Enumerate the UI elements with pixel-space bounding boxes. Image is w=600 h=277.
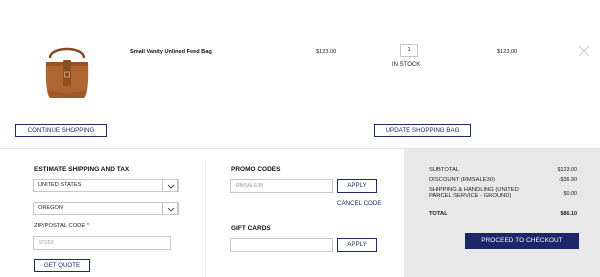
total-value: $86.10 [560,211,578,217]
product-name[interactable]: Small Vanity Unlined Feed Bag [130,49,212,55]
update-bag-button[interactable]: UPDATE SHOPPING BAG [374,124,471,137]
discount-value: -$36.90 [558,177,577,183]
quantity-input[interactable]: 1 [400,44,418,57]
close-icon[interactable] [577,44,591,58]
promo-title: PROMO CODES [231,166,281,173]
promo-code-input[interactable]: RMSALE30 [230,179,333,193]
proceed-to-checkout-button[interactable]: PROCEED TO CHECKOUT [465,233,579,249]
total-label: TOTAL [429,211,448,217]
shipping-title: ESTIMATE SHIPPING AND TAX [34,166,130,173]
chevron-down-icon[interactable] [162,179,178,192]
item-total: $123.00 [497,49,518,55]
gift-apply-button[interactable]: APPLY [337,238,377,252]
cancel-code-link[interactable]: CANCEL CODE [337,200,381,207]
zip-label-text: ZIP/POSTAL CODE [34,223,86,229]
state-value: OREGON [38,205,63,211]
discount-label: DISCOUNT (RMSALE30) [429,177,495,183]
zip-label: ZIP/POSTAL CODE * [34,223,89,229]
required-mark: * [86,223,90,229]
subtotal-label: SUBTOTAL [429,167,460,173]
get-quote-button[interactable]: GET QUOTE [34,259,90,272]
state-select[interactable]: OREGON [33,202,179,215]
order-summary: SUBTOTAL $123.00 DISCOUNT (RMSALE30) -$3… [404,149,600,277]
gift-title: GIFT CARDS [231,225,271,232]
product-price: $123.00 [316,49,337,55]
chevron-down-icon[interactable] [162,202,178,215]
shipping-value: $0.00 [563,191,578,197]
stock-status: IN STOCK [392,62,421,68]
country-select[interactable]: UNITED STATES [33,179,179,192]
subtotal-value: $123.00 [557,167,578,173]
gift-card-input[interactable] [230,238,333,252]
promo-apply-button[interactable]: APPLY [337,179,377,193]
zip-input[interactable]: 97253 [33,236,171,250]
shipping-label: SHIPPING & HANDLING (UNITED PARCEL SERVI… [429,187,519,199]
shipping-label-line2: PARCEL SERVICE - GROUND) [429,193,512,199]
product-image[interactable] [36,42,98,104]
continue-shopping-button[interactable]: CONTINUE SHOPPING [15,124,107,137]
column-divider [205,160,206,277]
country-value: UNITED STATES [38,182,82,188]
